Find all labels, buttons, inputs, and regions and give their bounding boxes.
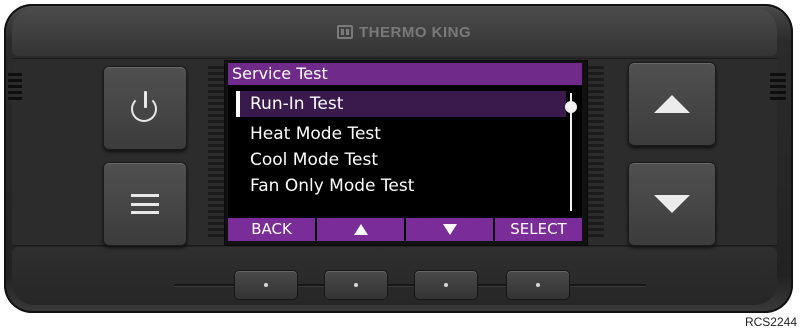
- menu-item-cool-mode-test[interactable]: Cool Mode Test: [236, 147, 566, 173]
- button-dot: [536, 283, 540, 287]
- menu-button[interactable]: [103, 162, 187, 246]
- right-vent: [770, 73, 786, 103]
- button-dot: [444, 283, 448, 287]
- scrollbar-thumb[interactable]: [565, 101, 577, 113]
- menu-list: Run-In Test Heat Mode Test Cool Mode Tes…: [236, 91, 566, 199]
- menu-icon: [131, 194, 159, 214]
- down-triangle-icon: [442, 224, 457, 235]
- screen-right-grille: [586, 66, 604, 240]
- brand-logo: THERMO KING: [337, 23, 471, 41]
- soft-button-3[interactable]: [414, 270, 478, 300]
- down-arrow-button[interactable]: [628, 162, 716, 246]
- softkey-back[interactable]: BACK: [228, 218, 315, 241]
- power-button[interactable]: [103, 66, 187, 150]
- soft-button-1[interactable]: [234, 270, 298, 300]
- bottom-band: [12, 247, 777, 305]
- menu-item-fan-only-mode-test[interactable]: Fan Only Mode Test: [236, 173, 566, 199]
- button-dot: [354, 283, 358, 287]
- menu-item-heat-mode-test[interactable]: Heat Mode Test: [236, 121, 566, 147]
- figure-id: RCS2244: [744, 315, 797, 329]
- display-screen: Service Test Run-In Test Heat Mode Test …: [228, 63, 582, 241]
- softkey-select[interactable]: SELECT: [495, 218, 582, 241]
- softkey-down[interactable]: [406, 218, 493, 241]
- left-vent: [8, 73, 22, 103]
- softkey-up[interactable]: [317, 218, 404, 241]
- soft-button-4[interactable]: [506, 270, 570, 300]
- softkey-bar: BACK SELECT: [228, 218, 582, 241]
- up-arrow-icon: [654, 95, 690, 113]
- power-icon: [128, 91, 162, 125]
- screen-title: Service Test: [228, 63, 582, 85]
- soft-button-2[interactable]: [324, 270, 388, 300]
- up-triangle-icon: [353, 224, 368, 235]
- menu-item-run-in-test[interactable]: Run-In Test: [236, 91, 566, 117]
- button-dot: [264, 283, 268, 287]
- thermo-king-logo-icon: [337, 25, 353, 39]
- up-arrow-button[interactable]: [628, 62, 716, 146]
- down-arrow-icon: [654, 195, 690, 213]
- brand-name: THERMO KING: [359, 23, 472, 41]
